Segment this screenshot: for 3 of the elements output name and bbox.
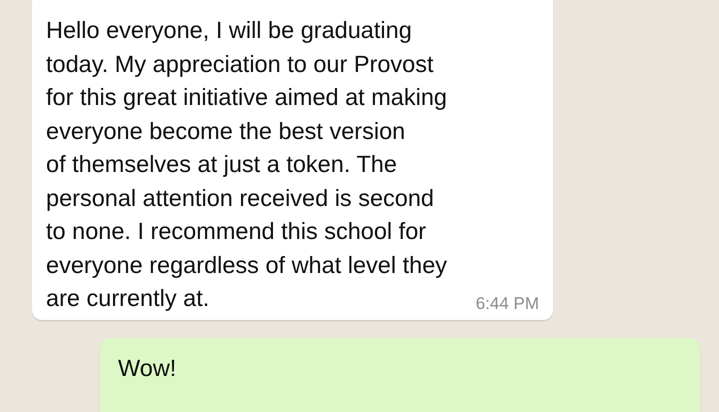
message-text: Wow! [118, 354, 176, 382]
message-text: Hello everyone, I will be graduating today. My appreciation to our Provost for this great initiative aimed at making everyone become the best version of themselves at just a token. The personal attention received is second to none. I recommend this school for everyone regardless of what level they are currently at. [46, 16, 448, 313]
message-time: 6:44 PM [476, 294, 539, 314]
